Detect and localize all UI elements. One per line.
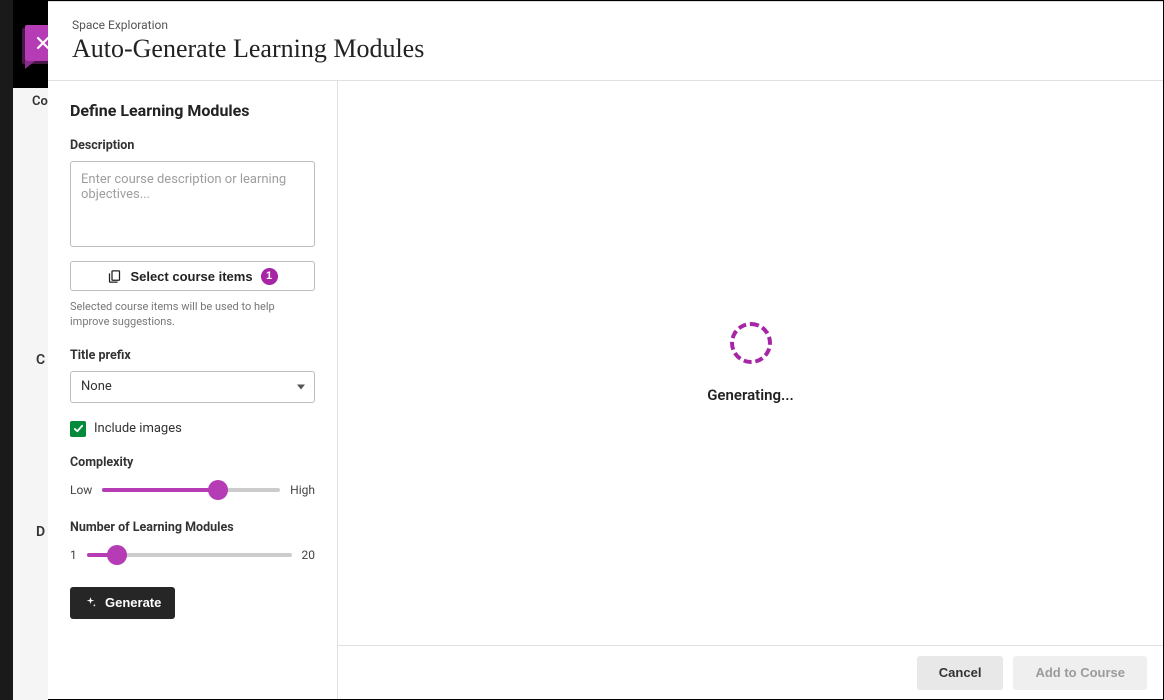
generating-text: Generating... (707, 386, 794, 404)
complexity-high-label: High (290, 483, 315, 497)
select-course-items-button[interactable]: Select course items 1 (70, 261, 315, 291)
include-images-label[interactable]: Include images (94, 421, 182, 436)
section-title: Define Learning Modules (70, 101, 315, 120)
description-input[interactable] (70, 161, 315, 247)
generate-button-label: Generate (105, 595, 161, 610)
page-title: Auto-Generate Learning Modules (72, 34, 1139, 64)
generate-button[interactable]: Generate (70, 587, 175, 619)
modal-footer: Cancel Add to Course (338, 645, 1163, 699)
course-name: Space Exploration (72, 18, 1139, 32)
selected-count-badge: 1 (261, 268, 278, 285)
modules-max-label: 20 (302, 548, 316, 562)
title-prefix-value: None (81, 379, 112, 394)
include-images-checkbox[interactable] (70, 421, 86, 437)
backdrop-letter: C (36, 352, 45, 368)
complexity-low-label: Low (70, 483, 92, 497)
generating-area: Generating... (338, 81, 1163, 645)
spinner-icon (730, 322, 772, 364)
modules-count-slider[interactable] (87, 543, 292, 567)
select-course-items-label: Select course items (130, 269, 252, 284)
modules-min-label: 1 (70, 548, 77, 562)
select-items-help-text: Selected course items will be used to he… (70, 299, 315, 330)
check-icon (73, 423, 84, 434)
title-prefix-label: Title prefix (70, 348, 315, 363)
documents-icon (107, 269, 122, 284)
modal-body: Define Learning Modules Description Sele… (48, 81, 1163, 699)
backdrop-tabbar (13, 88, 48, 700)
description-label: Description (70, 138, 315, 153)
modules-slider-thumb[interactable] (107, 545, 127, 565)
modal: Space Exploration Auto-Generate Learning… (48, 1, 1163, 699)
add-to-course-button: Add to Course (1013, 656, 1147, 690)
right-panel: Generating... Cancel Add to Course (338, 81, 1163, 699)
complexity-slider-thumb[interactable] (208, 480, 228, 500)
title-prefix-select[interactable]: None (70, 371, 315, 403)
cancel-button[interactable]: Cancel (917, 656, 1004, 690)
modules-count-label: Number of Learning Modules (70, 520, 315, 535)
backdrop-letter: D (36, 524, 45, 540)
complexity-label: Complexity (70, 455, 315, 470)
backdrop-sidebar (0, 0, 13, 700)
left-panel: Define Learning Modules Description Sele… (48, 81, 338, 699)
chevron-down-icon (297, 384, 305, 389)
backdrop-tab-truncated: Co (32, 94, 48, 109)
complexity-slider[interactable] (102, 478, 280, 502)
sparkle-icon (84, 596, 97, 609)
modal-header: Space Exploration Auto-Generate Learning… (48, 2, 1163, 81)
